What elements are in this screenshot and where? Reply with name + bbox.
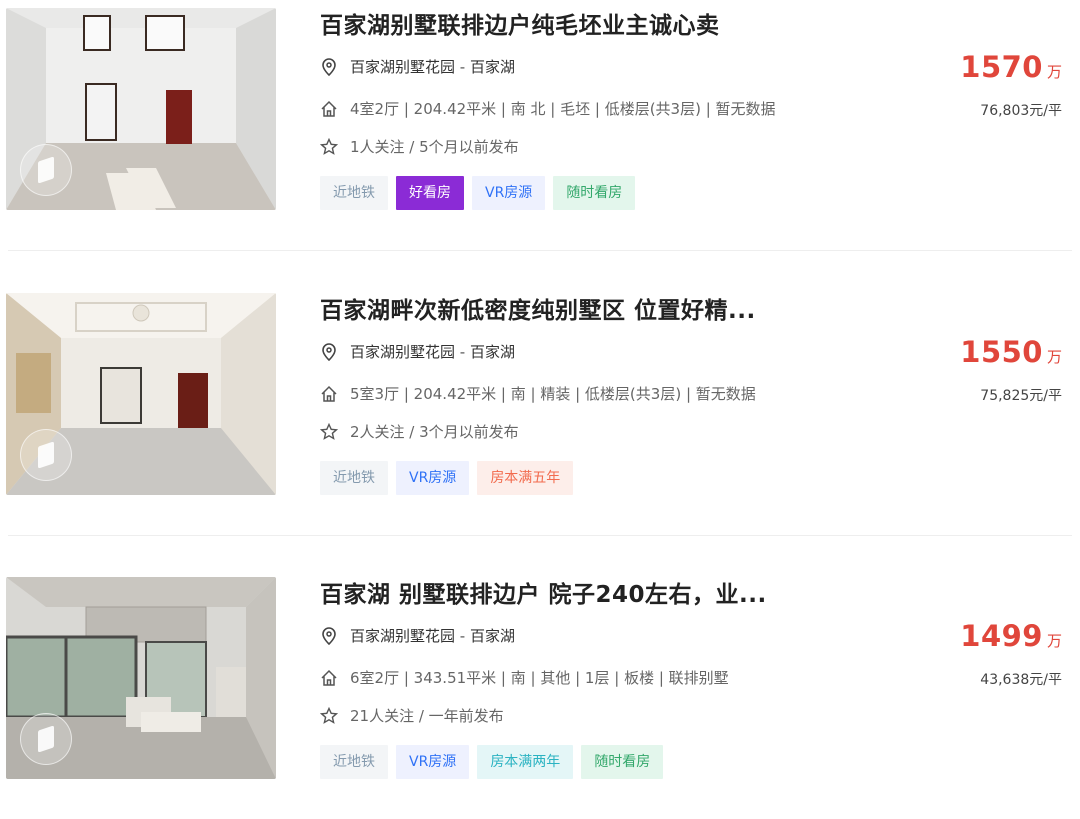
listing-title[interactable]: 百家湖畔次新低密度纯别墅区 位置好精... (320, 291, 756, 325)
price-unit: 万 (1046, 348, 1062, 366)
tag: 近地铁 (320, 461, 388, 495)
house-icon (320, 385, 338, 403)
star-icon (320, 137, 338, 156)
vr-cube-icon (20, 144, 72, 196)
total-price: 1570 万 (960, 50, 1062, 84)
follow-row: 2人关注 / 3个月以前发布 (320, 421, 519, 442)
tag: VR房源 (472, 176, 546, 210)
house-icon (320, 669, 338, 687)
tag: 近地铁 (320, 745, 388, 779)
community-link[interactable]: 百家湖别墅花园 (350, 56, 455, 77)
unit-price: 43,638元/平 (980, 672, 1062, 688)
star-icon (320, 706, 338, 725)
tag: 房本满五年 (477, 461, 574, 495)
listing-title[interactable]: 百家湖别墅联排边户纯毛坯业主诚心卖 (320, 6, 720, 40)
location-row: 百家湖别墅花园 - 百家湖 (320, 341, 515, 362)
unit-price: 75,825元/平 (980, 388, 1062, 404)
house-info: 4室2厅 | 204.42平米 | 南 北 | 毛坯 | 低楼层(共3层) | … (350, 100, 776, 118)
price-value: 1550 (960, 335, 1043, 369)
location-separator: - (455, 57, 470, 76)
vr-cube-icon (20, 713, 72, 765)
listing-card[interactable]: 百家湖别墅联排边户纯毛坯业主诚心卖 百家湖别墅花园 - 百家湖 4室2厅 | 2… (0, 0, 1080, 250)
price-unit: 万 (1046, 632, 1062, 650)
listing-photo[interactable] (6, 8, 276, 210)
price-value: 1570 (960, 50, 1043, 84)
location-separator: - (455, 626, 470, 645)
tag: 好看房 (396, 176, 464, 210)
tag-list: 近地铁 VR房源 房本满两年 随时看房 (320, 745, 664, 779)
area-link[interactable]: 百家湖 (470, 56, 515, 77)
tag: VR房源 (396, 461, 470, 495)
divider (8, 535, 1072, 536)
follow-row: 21人关注 / 一年前发布 (320, 705, 504, 726)
tag: 房本满两年 (477, 745, 574, 779)
tag: 随时看房 (553, 176, 636, 210)
house-info-row: 5室3厅 | 204.42平米 | 南 | 精装 | 低楼层(共3层) | 暂无… (320, 383, 756, 404)
follow-row: 1人关注 / 5个月以前发布 (320, 136, 519, 157)
listing-photo[interactable] (6, 293, 276, 495)
total-price: 1499 万 (960, 619, 1062, 653)
tag: 随时看房 (581, 745, 664, 779)
location-row: 百家湖别墅花园 - 百家湖 (320, 56, 515, 77)
follow-info: 1人关注 / 5个月以前发布 (350, 138, 519, 156)
listing-card[interactable]: 百家湖畔次新低密度纯别墅区 位置好精... 百家湖别墅花园 - 百家湖 5室3厅… (0, 285, 1080, 535)
location-pin-icon (320, 342, 338, 361)
location-pin-icon (320, 626, 338, 645)
house-info-row: 6室2厅 | 343.51平米 | 南 | 其他 | 1层 | 板楼 | 联排别… (320, 667, 729, 688)
community-link[interactable]: 百家湖别墅花园 (350, 341, 455, 362)
house-icon (320, 100, 338, 118)
tag-list: 近地铁 好看房 VR房源 随时看房 (320, 176, 636, 210)
total-price: 1550 万 (960, 335, 1062, 369)
location-separator: - (455, 342, 470, 361)
unit-price: 76,803元/平 (980, 103, 1062, 119)
house-info: 6室2厅 | 343.51平米 | 南 | 其他 | 1层 | 板楼 | 联排别… (350, 669, 729, 687)
house-info: 5室3厅 | 204.42平米 | 南 | 精装 | 低楼层(共3层) | 暂无… (350, 385, 756, 403)
tag-list: 近地铁 VR房源 房本满五年 (320, 461, 574, 495)
location-row: 百家湖别墅花园 - 百家湖 (320, 625, 515, 646)
price-unit: 万 (1046, 63, 1062, 81)
area-link[interactable]: 百家湖 (470, 341, 515, 362)
price-value: 1499 (960, 619, 1043, 653)
tag: VR房源 (396, 745, 470, 779)
location-pin-icon (320, 57, 338, 76)
divider (8, 250, 1072, 251)
vr-cube-icon (20, 429, 72, 481)
listing-photo[interactable] (6, 577, 276, 779)
tag: 近地铁 (320, 176, 388, 210)
house-info-row: 4室2厅 | 204.42平米 | 南 北 | 毛坯 | 低楼层(共3层) | … (320, 98, 776, 119)
star-icon (320, 422, 338, 441)
area-link[interactable]: 百家湖 (470, 625, 515, 646)
follow-info: 2人关注 / 3个月以前发布 (350, 423, 519, 441)
listing-title[interactable]: 百家湖 别墅联排边户 院子240左右，业... (320, 575, 767, 609)
community-link[interactable]: 百家湖别墅花园 (350, 625, 455, 646)
follow-info: 21人关注 / 一年前发布 (350, 707, 504, 725)
